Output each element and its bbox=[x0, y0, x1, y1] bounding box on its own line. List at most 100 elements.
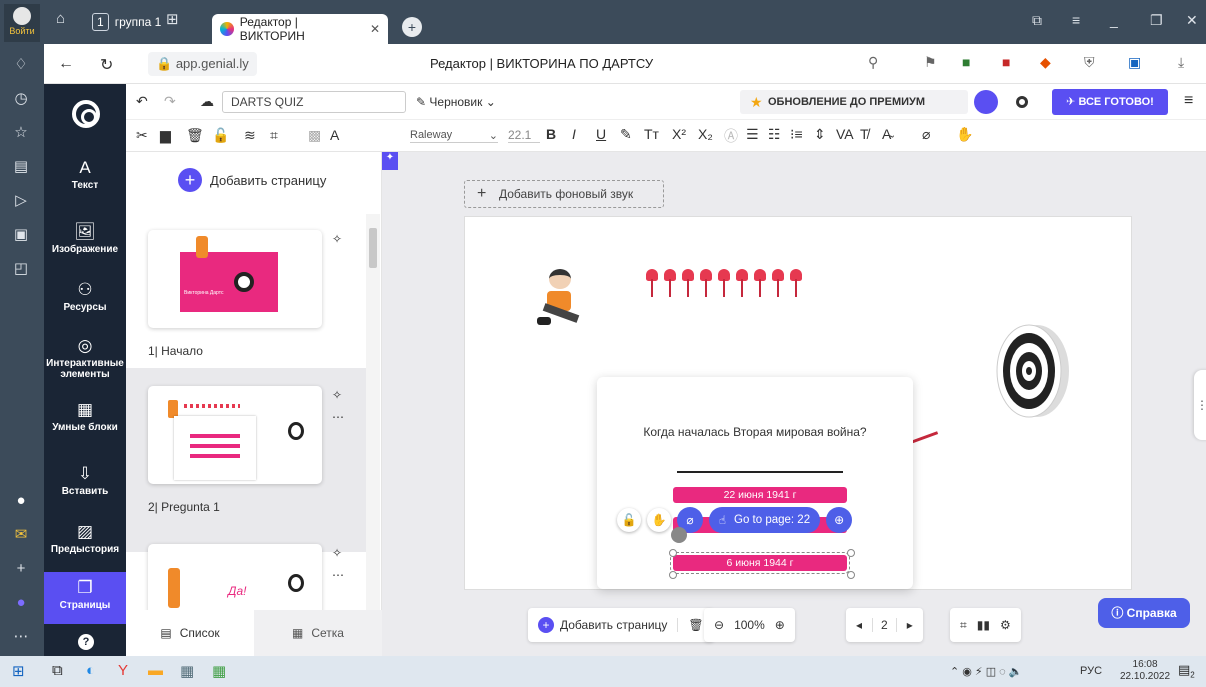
help-icon[interactable]: ? bbox=[78, 634, 94, 650]
app-icon[interactable]: ▣ bbox=[10, 224, 32, 246]
lock-icon[interactable]: 🔓 bbox=[212, 127, 229, 144]
delete-icon[interactable]: 🗑 bbox=[186, 127, 204, 144]
media-icon[interactable]: ▷ bbox=[10, 190, 32, 212]
draft-dropdown[interactable]: ✎ Черновик ⌄ bbox=[416, 95, 496, 109]
more-icon[interactable]: ⋯ bbox=[10, 626, 32, 648]
sidebar-item-background[interactable]: ▨ Предыстория bbox=[44, 522, 126, 555]
restore-icon[interactable]: ❐ bbox=[1150, 12, 1163, 29]
cut-icon[interactable]: ✂ bbox=[136, 127, 148, 144]
add-interactivity-icon[interactable]: ⊕ bbox=[826, 507, 853, 533]
slide-canvas[interactable]: Когда началась Вторая мировая война? 22 … bbox=[464, 216, 1132, 590]
sidebar-item-smart-blocks[interactable]: ▦ Умные блоки bbox=[44, 400, 126, 433]
bookmarks-icon[interactable]: ☆ bbox=[10, 122, 32, 144]
lock-icon[interactable]: 🔓 bbox=[617, 508, 641, 532]
bottom-add-page-button[interactable]: + Добавить страницу bbox=[538, 617, 667, 633]
add-background-sound-button[interactable]: Добавить фоновый звук bbox=[464, 180, 664, 208]
task-view-icon[interactable]: ⧉ bbox=[52, 662, 63, 679]
page-2-more-icon[interactable]: ⋯ bbox=[332, 410, 344, 424]
mail-icon[interactable]: ✉ bbox=[10, 524, 32, 546]
all-ready-button[interactable]: ✈ ВСЕ ГОТОВО! bbox=[1052, 89, 1168, 115]
page-3-more-icon[interactable]: ⋯ bbox=[332, 568, 344, 582]
layers-icon[interactable]: ≋ bbox=[244, 127, 256, 144]
upgrade-premium-button[interactable]: ОБНОВЛЕНИЕ ДО ПРЕМИУМ bbox=[740, 90, 968, 114]
app-2-icon[interactable]: ▦ bbox=[212, 662, 226, 680]
tray-icons[interactable]: ⌃ ◉ ⚡ ◫ ◌ 🔈 bbox=[950, 665, 1022, 678]
extension-4-icon[interactable]: ⛨ bbox=[1084, 54, 1095, 71]
sidebar-item-text[interactable]: A Текст bbox=[44, 158, 126, 191]
answer-button-3[interactable]: 6 июня 1944 г bbox=[670, 552, 850, 574]
sidebar-item-image[interactable]: 🖼 Изображение bbox=[44, 222, 126, 255]
clear-format-icon[interactable]: T̸ bbox=[860, 126, 869, 142]
person-illustration[interactable] bbox=[535, 269, 591, 339]
tab-active[interactable]: Редактор | ВИКТОРИН ✕ bbox=[212, 14, 388, 44]
page-thumbnail-1[interactable]: Викторина Дартс bbox=[148, 230, 322, 328]
side-panel-toggle[interactable]: ⋮ bbox=[1194, 370, 1206, 440]
font-family-select[interactable]: Raleway ⌄ bbox=[410, 129, 498, 143]
text-case-icon[interactable]: Tт bbox=[644, 126, 659, 142]
settings-icon[interactable]: ⚙ bbox=[1000, 618, 1011, 632]
close-tab-icon[interactable]: ✕ bbox=[370, 22, 380, 36]
new-tab-button[interactable]: + bbox=[402, 17, 422, 37]
translate-icon[interactable]: ⚲ bbox=[868, 54, 878, 71]
answer-button-1[interactable]: 22 июня 1941 г bbox=[673, 487, 847, 503]
page-thumbnail-2[interactable] bbox=[148, 386, 322, 484]
interactivity-icon[interactable]: ⌀ bbox=[922, 126, 930, 143]
bold-icon[interactable]: B bbox=[546, 126, 556, 142]
grid-guides-icon[interactable]: ⌗ bbox=[960, 618, 967, 633]
page-2-magic-icon[interactable]: ✧ bbox=[332, 388, 342, 402]
page-1-magic-icon[interactable]: ✧ bbox=[332, 232, 342, 246]
letter-spacing-icon[interactable]: VA bbox=[836, 126, 854, 142]
resize-handle[interactable] bbox=[847, 549, 855, 557]
resize-handle[interactable] bbox=[669, 571, 677, 579]
explorer-icon[interactable]: ▬ bbox=[148, 662, 163, 679]
underline-icon[interactable]: U bbox=[596, 126, 606, 142]
line-height-icon[interactable]: ⇕ bbox=[814, 126, 826, 143]
redo-icon[interactable]: ↷ bbox=[164, 93, 176, 110]
yandex-icon[interactable]: Y bbox=[118, 662, 128, 679]
menu-icon[interactable]: ≡ bbox=[1072, 12, 1080, 28]
resize-handle[interactable] bbox=[847, 571, 855, 579]
edge-icon[interactable]: ◐ bbox=[86, 662, 95, 679]
sidebar-item-pages[interactable]: ❐ Страницы bbox=[44, 572, 126, 624]
undo-icon[interactable]: ↶ bbox=[136, 93, 148, 110]
next-page-icon[interactable]: ▸ bbox=[907, 618, 913, 632]
minimize-icon[interactable]: _ bbox=[1110, 12, 1118, 28]
delete-page-icon[interactable]: 🗑 bbox=[677, 618, 704, 632]
language-indicator[interactable]: РУС bbox=[1080, 665, 1102, 677]
clock[interactable]: 16:08 22.10.2022 bbox=[1120, 659, 1170, 683]
history-icon[interactable]: ◷ bbox=[10, 88, 32, 110]
reload-icon[interactable]: ↻ bbox=[100, 55, 113, 75]
transparency-icon[interactable]: ▩ bbox=[308, 127, 321, 144]
drag-hand-icon[interactable]: ✋ bbox=[956, 126, 973, 143]
collaborators-avatar[interactable] bbox=[974, 90, 998, 114]
home-icon[interactable]: ⌂ bbox=[56, 10, 65, 27]
app-icon[interactable]: ▦ bbox=[180, 662, 194, 680]
project-title-input[interactable]: DARTS QUIZ bbox=[222, 91, 406, 113]
superscript-icon[interactable]: X² bbox=[672, 126, 686, 142]
add-page-button[interactable]: + Добавить страницу bbox=[178, 168, 326, 192]
hamburger-menu-icon[interactable]: ≡ bbox=[1184, 92, 1193, 110]
page-thumbnail-3[interactable]: Да! bbox=[148, 544, 322, 610]
screenshot-icon[interactable]: ◰ bbox=[10, 258, 32, 280]
genially-logo-icon[interactable] bbox=[72, 100, 100, 128]
font-size-input[interactable]: 22.1 bbox=[508, 128, 540, 143]
tab-grid-view[interactable]: ▦ Сетка bbox=[254, 610, 382, 656]
notes-icon[interactable]: ▤ bbox=[10, 156, 32, 178]
zoom-in-icon[interactable]: ⊕ bbox=[775, 618, 785, 632]
prev-page-icon[interactable]: ◂ bbox=[856, 618, 862, 632]
extension-1-icon[interactable]: ■ bbox=[962, 54, 970, 70]
align-center-icon[interactable]: ☰ bbox=[746, 126, 759, 143]
windows-start-icon[interactable]: ⊞ bbox=[12, 662, 25, 680]
resize-handle[interactable] bbox=[669, 549, 677, 557]
login-button[interactable]: Войти bbox=[4, 4, 40, 42]
rotate-handle-icon[interactable] bbox=[671, 527, 687, 543]
numbered-list-icon[interactable]: ⁝≡ bbox=[790, 126, 803, 143]
url-field[interactable]: 🔒 app.genial.ly bbox=[148, 52, 257, 76]
notifications-icon[interactable]: ♢ bbox=[10, 54, 32, 76]
preview-icon[interactable] bbox=[1016, 96, 1028, 108]
scrollbar-thumb[interactable] bbox=[369, 228, 377, 268]
sidebar-item-interactive[interactable]: ◎ Интерактивные элементы bbox=[44, 336, 126, 380]
extension-icon[interactable]: ● bbox=[10, 490, 32, 512]
layout-icon[interactable]: ▮▮ bbox=[977, 618, 990, 632]
bookmark-icon[interactable]: ⚑ bbox=[924, 54, 937, 71]
